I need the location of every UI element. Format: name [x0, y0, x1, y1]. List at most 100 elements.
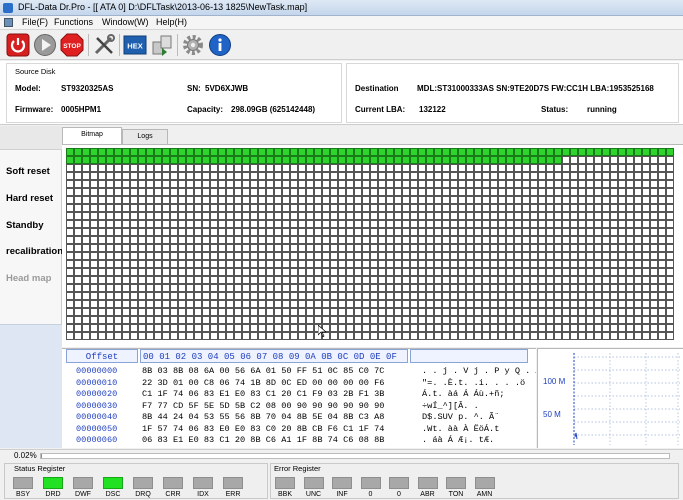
- stop-button[interactable]: STOP: [60, 33, 84, 57]
- bitmap-cell: [442, 244, 450, 252]
- bitmap-cell: [346, 284, 354, 292]
- bitmap-cell: [226, 276, 234, 284]
- bitmap-cell: [442, 308, 450, 316]
- bitmap-cell: [250, 188, 258, 196]
- bitmap-cell: [506, 164, 514, 172]
- bitmap-cell: [418, 220, 426, 228]
- bitmap-cell: [642, 204, 650, 212]
- bitmap-cell: [90, 292, 98, 300]
- bitmap-cell: [82, 172, 90, 180]
- bitmap-cell: [514, 204, 522, 212]
- bitmap-cell: [258, 284, 266, 292]
- menu-file[interactable]: File(F): [22, 17, 48, 27]
- bitmap-cell: [338, 332, 346, 340]
- bitmap-cell: [474, 244, 482, 252]
- bitmap-cell: [586, 236, 594, 244]
- menu-functions[interactable]: Functions: [54, 17, 93, 27]
- error-register-group: Error Register BBK UNC INF 0 0 ABR TON AMN: [270, 463, 679, 499]
- bitmap-cell: [658, 268, 666, 276]
- copy-button[interactable]: [150, 33, 174, 57]
- bitmap-cell: [466, 172, 474, 180]
- standby-button[interactable]: Standby: [6, 220, 43, 231]
- bitmap-cell: [218, 292, 226, 300]
- bitmap-cell: [450, 204, 458, 212]
- bitmap-cell: [378, 180, 386, 188]
- bitmap-cell: [298, 252, 306, 260]
- bitmap-cell: [474, 212, 482, 220]
- bitmap-cell: [114, 156, 122, 164]
- bitmap-cell: [242, 268, 250, 276]
- status-register-led: [43, 477, 63, 489]
- bitmap-cell: [434, 188, 442, 196]
- start-button[interactable]: [33, 33, 57, 57]
- bitmap-cell: [386, 172, 394, 180]
- bitmap-cell: [602, 148, 610, 156]
- system-menu-icon[interactable]: [4, 18, 13, 27]
- hard-reset-button[interactable]: Hard reset: [6, 193, 53, 204]
- menu-help[interactable]: Help(H): [156, 17, 187, 27]
- bitmap-cell: [482, 204, 490, 212]
- bitmap-cell: [434, 148, 442, 156]
- soft-reset-button[interactable]: Soft reset: [6, 166, 50, 177]
- bitmap-cell: [154, 228, 162, 236]
- status-register-title: Status Register: [14, 464, 66, 473]
- hex-bytes: 8B 03 8B 08 6A 00 56 6A 01 50 FF 51 0C 8…: [142, 366, 385, 376]
- bitmap-cell: [202, 332, 210, 340]
- progress-line: 0.02%: [0, 449, 683, 461]
- bitmap-cell: [426, 164, 434, 172]
- bitmap-cell: [658, 284, 666, 292]
- bitmap-cell: [594, 164, 602, 172]
- bitmap-cell: [634, 284, 642, 292]
- bitmap-cell: [298, 284, 306, 292]
- bitmap-cell: [458, 268, 466, 276]
- tab-logs[interactable]: Logs: [122, 129, 168, 144]
- bitmap-cell: [618, 196, 626, 204]
- bitmap-cell: [330, 180, 338, 188]
- bitmap-cell: [210, 196, 218, 204]
- bitmap-cell: [562, 220, 570, 228]
- bitmap-cell: [330, 204, 338, 212]
- bitmap-cell: [434, 324, 442, 332]
- tab-bitmap[interactable]: Bitmap: [62, 127, 122, 144]
- bitmap-cell: [122, 180, 130, 188]
- bitmap-cell: [130, 300, 138, 308]
- menu-window[interactable]: Window(W): [102, 17, 149, 27]
- bitmap-cell: [114, 236, 122, 244]
- bitmap-cell: [258, 260, 266, 268]
- bitmap-cell: [402, 156, 410, 164]
- bitmap-cell: [82, 244, 90, 252]
- bitmap-cell: [98, 180, 106, 188]
- bitmap-cell: [466, 332, 474, 340]
- bitmap-cell: [602, 188, 610, 196]
- toolbar-separator: [88, 34, 89, 56]
- bitmap-cell: [218, 148, 226, 156]
- bitmap-cell: [314, 300, 322, 308]
- head-map-button[interactable]: Head map: [6, 273, 51, 284]
- bitmap-cell: [586, 292, 594, 300]
- hex-button[interactable]: HEX: [123, 33, 147, 57]
- bitmap-cell: [658, 332, 666, 340]
- bitmap-cell: [74, 228, 82, 236]
- bitmap-cell: [514, 180, 522, 188]
- tools-button[interactable]: [92, 33, 116, 57]
- bitmap-cell: [546, 268, 554, 276]
- bitmap-cell: [194, 204, 202, 212]
- bitmap-cell: [370, 212, 378, 220]
- bitmap-cell: [114, 292, 122, 300]
- info-button[interactable]: [208, 33, 232, 57]
- recalibration-button[interactable]: recalibration: [6, 246, 63, 257]
- bitmap-cell: [98, 300, 106, 308]
- bitmap-cell: [130, 316, 138, 324]
- bitmap-cell: [370, 300, 378, 308]
- bitmap-cell: [306, 316, 314, 324]
- bitmap-cell: [258, 244, 266, 252]
- bitmap-cell: [274, 308, 282, 316]
- bitmap-cell: [306, 292, 314, 300]
- error-register-led-label: UNC: [305, 491, 322, 498]
- settings-button[interactable]: [181, 33, 205, 57]
- power-button[interactable]: [6, 33, 30, 57]
- bitmap-cell: [290, 260, 298, 268]
- bitmap-cell: [194, 180, 202, 188]
- bitmap-cell: [650, 292, 658, 300]
- bitmap-cell: [474, 316, 482, 324]
